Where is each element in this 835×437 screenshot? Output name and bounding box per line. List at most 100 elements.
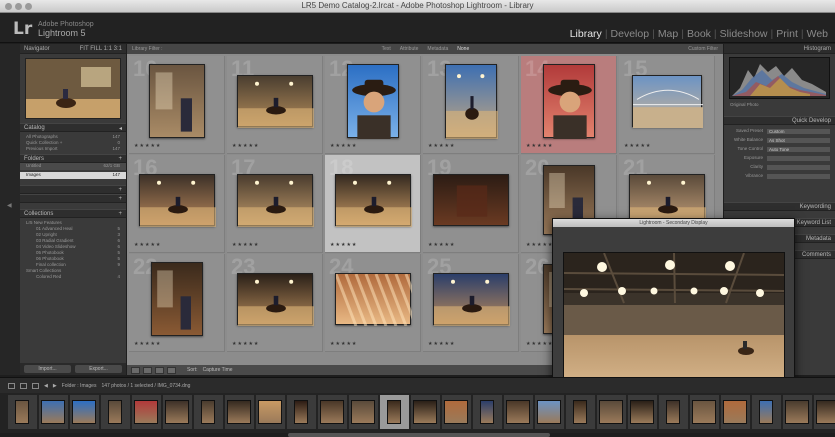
filmstrip-cell[interactable] (70, 395, 99, 429)
filmstrip-cell[interactable] (442, 395, 471, 429)
filmstrip-cell[interactable] (225, 395, 254, 429)
custom-filter-dropdown[interactable]: Custom Filter (688, 46, 718, 52)
volume-row[interactable]: Untitled 62/1 GB (20, 163, 126, 170)
filmstrip-cell[interactable] (8, 395, 37, 429)
filmstrip-thumbnail[interactable] (165, 400, 189, 424)
rating-stars[interactable]: ★★★★★ (232, 341, 259, 347)
rating-stars[interactable]: ★★★★★ (232, 143, 259, 149)
collections-header[interactable]: Collections + (20, 209, 126, 218)
display-1-icon[interactable] (8, 382, 15, 389)
filmstrip-thumbnail[interactable] (320, 400, 344, 424)
grid-cell[interactable]: 15 ★★★★★ (619, 56, 715, 154)
catalog-item[interactable]: Previous Import 147 (20, 146, 126, 152)
filmstrip-thumbnail[interactable] (599, 400, 623, 424)
filmstrip-thumbnail[interactable] (723, 400, 747, 424)
grid-cell[interactable]: 23 ★★★★★ (227, 254, 323, 352)
filmstrip-thumbnail[interactable] (816, 400, 835, 424)
rating-stars[interactable]: ★★★★★ (624, 143, 651, 149)
grid-cell[interactable]: 22 ★★★★★ (129, 254, 225, 352)
display-2-icon[interactable] (20, 382, 27, 389)
rating-stars[interactable]: ★★★★★ (526, 341, 553, 347)
filmstrip-cell[interactable] (287, 395, 316, 429)
module-web[interactable]: Web (804, 28, 831, 40)
grid-cell[interactable]: 25 ★★★★★ (423, 254, 519, 352)
filmstrip-thumbnail[interactable] (413, 400, 437, 424)
rating-stars[interactable]: ★★★★★ (330, 341, 357, 347)
grid-cell[interactable]: 24 ★★★★★ (325, 254, 428, 352)
rating-stars[interactable]: ★★★★★ (428, 242, 455, 248)
catalog-header[interactable]: Catalog ◂ (20, 123, 126, 132)
filmstrip-thumbnail[interactable] (387, 400, 401, 424)
filmstrip-cell[interactable] (535, 395, 564, 429)
filmstrip-cell[interactable] (163, 395, 192, 429)
filmstrip-thumbnail[interactable] (72, 400, 96, 424)
filmstrip-thumbnail[interactable] (108, 400, 122, 424)
rating-stars[interactable]: ★★★★★ (526, 143, 553, 149)
filmstrip-source[interactable]: Folder : Images (62, 383, 97, 389)
filmstrip-thumbnail[interactable] (573, 400, 587, 424)
filmstrip-cell[interactable] (380, 395, 409, 429)
rating-stars[interactable]: ★★★★★ (134, 341, 161, 347)
folders-header[interactable]: Folders + (20, 154, 126, 163)
module-map[interactable]: Map (655, 28, 681, 40)
grid-cell[interactable]: 13 ★★★★★ (423, 56, 519, 154)
rating-stars[interactable]: ★★★★★ (134, 143, 161, 149)
filmstrip-cell[interactable] (132, 395, 161, 429)
grid-icon[interactable] (32, 382, 39, 389)
compare-view-button[interactable] (155, 366, 164, 374)
filmstrip-cell[interactable] (473, 395, 502, 429)
collection-item[interactable]: Colored Red 4 (20, 274, 126, 280)
import-button[interactable]: Import... (24, 365, 71, 373)
filmstrip-cell[interactable] (411, 395, 440, 429)
filmstrip-thumbnail[interactable] (630, 400, 654, 424)
filmstrip-thumbnail[interactable] (666, 400, 680, 424)
filmstrip-thumbnail[interactable] (692, 400, 716, 424)
module-develop[interactable]: Develop (608, 28, 653, 40)
section-collapsed-2[interactable]: + (20, 194, 126, 203)
filter-none[interactable]: None (457, 46, 469, 52)
photo-thumbnail[interactable] (632, 75, 703, 128)
filmstrip-cell[interactable] (814, 395, 835, 429)
photo-thumbnail[interactable] (347, 64, 399, 139)
photo-thumbnail[interactable] (139, 174, 216, 227)
loupe-view-button[interactable] (143, 366, 152, 374)
rating-stars[interactable]: ★★★★★ (232, 242, 259, 248)
photo-thumbnail[interactable] (149, 64, 205, 138)
filter-text[interactable]: Text (382, 46, 391, 52)
filmstrip-thumbnail[interactable] (258, 400, 282, 424)
filmstrip-thumbnail[interactable] (537, 400, 561, 424)
grid-cell[interactable]: 11 ★★★★★ (227, 56, 323, 154)
filmstrip-scrollbar[interactable] (288, 433, 550, 437)
grid-cell[interactable]: 17 ★★★★★ (227, 155, 323, 253)
module-print[interactable]: Print (773, 28, 801, 40)
photo-thumbnail[interactable] (237, 75, 314, 128)
photo-thumbnail[interactable] (237, 273, 314, 326)
filmstrip-cell[interactable] (318, 395, 347, 429)
rating-stars[interactable]: ★★★★★ (428, 143, 455, 149)
filmstrip-thumbnail[interactable] (759, 400, 773, 424)
filmstrip-cell[interactable] (597, 395, 626, 429)
module-library[interactable]: Library (567, 28, 605, 40)
section-collapsed[interactable]: + (20, 185, 126, 194)
grid-view-button[interactable] (131, 366, 140, 374)
filmstrip-cell[interactable] (349, 395, 378, 429)
rating-stars[interactable]: ★★★★★ (330, 143, 357, 149)
filmstrip-cell[interactable] (39, 395, 68, 429)
grid-cell[interactable]: 12 ★★★★★ (325, 56, 421, 154)
export-button[interactable]: Export... (75, 365, 122, 373)
grid-cell[interactable]: 19 ★★★★★ (423, 155, 519, 253)
grid-cell[interactable]: 14 ★★★★★ (521, 56, 617, 154)
filmstrip-thumbnail[interactable] (506, 400, 530, 424)
secondary-loupe-image[interactable] (563, 252, 785, 388)
navigator-preview[interactable] (25, 58, 121, 119)
photo-thumbnail[interactable] (433, 273, 510, 326)
filmstrip-cell[interactable] (628, 395, 657, 429)
rating-stars[interactable]: ★★★★★ (526, 242, 553, 248)
grid-cell[interactable]: 16 ★★★★★ (129, 155, 225, 253)
navigator-header[interactable]: Navigator FIT FILL 1:1 3:1 (20, 44, 126, 54)
filter-attribute[interactable]: Attribute (400, 46, 419, 52)
photo-thumbnail[interactable] (335, 174, 412, 227)
filmstrip-cell[interactable] (194, 395, 223, 429)
survey-view-button[interactable] (167, 366, 176, 374)
photo-thumbnail[interactable] (445, 64, 498, 139)
